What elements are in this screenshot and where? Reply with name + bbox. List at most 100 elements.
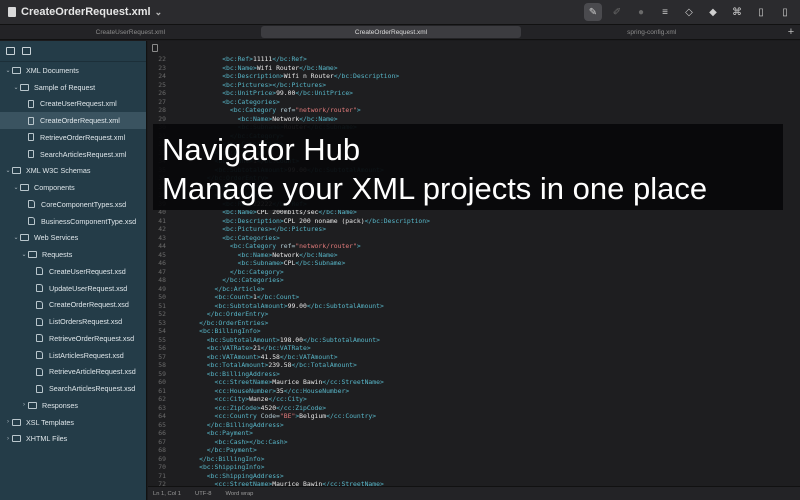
tree-item[interactable]: ⌄ Web Services [0, 230, 146, 247]
code-line: 28 <bc:Category ref="network/router"> [148, 106, 800, 115]
tree-item-label: Sample of Request [34, 82, 96, 92]
disclosure-collapsed-icon[interactable]: › [4, 419, 12, 425]
code-line: 47 </bc:Category> [148, 268, 800, 277]
encoding-indicator[interactable]: UTF-8 [195, 491, 211, 497]
tree-item[interactable]: › XHTML Files [0, 431, 146, 448]
file-icon [152, 44, 158, 52]
disclosure-collapsed-icon[interactable]: › [4, 436, 12, 442]
tree-item[interactable]: ListOrdersRequest.xsd [0, 313, 146, 330]
line-content: </bc:OrderEntry> [176, 310, 269, 319]
tree-icon[interactable]: ⌘ [728, 3, 746, 21]
tree-item[interactable]: UpdateUserRequest.xsd [0, 280, 146, 297]
code-token: </bc:Categories> [222, 276, 284, 284]
line-number: 47 [158, 267, 166, 276]
tree-item[interactable]: ⌄ Requests [0, 246, 146, 263]
code-area[interactable]: 22 <bc:Ref>11111</bc:Ref> 23 <bc:Name>Wifi … [148, 55, 800, 486]
disclosure-expanded-icon[interactable]: ⌄ [12, 234, 20, 241]
tree-item[interactable]: › XSL Templates [0, 414, 146, 431]
pencil-icon[interactable]: ✐ [608, 3, 626, 21]
editor-tab[interactable]: CreateOrderRequest.xml [260, 26, 522, 38]
code-line: 60 <cc:StreetName>Maurice Bawin</cc:Stree… [148, 378, 800, 387]
tree-item[interactable]: CreateUserRequest.xsd [0, 263, 146, 280]
tree-item[interactable]: ⌄ Sample of Request [0, 79, 146, 96]
code-line: 62 <cc:City>Wanze</cc:City> [148, 395, 800, 404]
disclosure-expanded-icon[interactable]: ⌄ [4, 167, 12, 174]
code-token: <bc:Pictures> [222, 225, 273, 233]
disclosure-expanded-icon[interactable]: ⌄ [12, 84, 20, 91]
line-number: 68 [158, 446, 166, 454]
code-line: 46 <bc:Subname>CPL</bc:Subname> [148, 259, 800, 268]
code-token: </bc:OrderEntries> [199, 318, 269, 327]
line-content: </bc:BillingAddress> [176, 421, 284, 430]
tree-item[interactable]: ⌄ Components [0, 179, 146, 196]
code-token: 99.00 [287, 301, 307, 310]
line-number: 63 [158, 403, 166, 412]
sidebar-header [0, 41, 146, 62]
code-token: <bc:Name> [237, 114, 273, 123]
line-content: <cc:Country Code="BE">Belgium</cc:Countr… [176, 412, 377, 421]
line-content: <bc:TotalAmount>239.58</bc:TotalAmount> [176, 361, 357, 370]
tree-item[interactable]: › Responses [0, 397, 146, 414]
tree-item[interactable]: CreateOrderRequest.xml [0, 112, 146, 129]
code-token: <bc:SubtotalAmount> [206, 335, 280, 344]
brush-icon[interactable]: ✎ [584, 3, 602, 21]
tree-item[interactable]: ListArticlesRequest.xsd [0, 347, 146, 364]
code-line: 44 <bc:Category ref="network/router"> [148, 242, 800, 251]
tree-item-label: Web Services [34, 233, 79, 243]
editor-tab[interactable]: CreateUserRequest.xml [0, 25, 261, 39]
folder-icon [12, 435, 21, 443]
banner-subtitle: Manage your XML projects in one place [162, 171, 708, 206]
code-line: 45 <bc:Name>Network</bc:Name> [148, 251, 800, 260]
disclosure-collapsed-icon[interactable]: › [20, 402, 28, 408]
code-line: 71 <bc:ShippingAddress> [148, 472, 800, 481]
line-number: 53 [158, 318, 166, 327]
code-token: <bc:Subname> [237, 259, 284, 267]
disclosure-expanded-icon[interactable]: ⌄ [12, 184, 20, 191]
folder-icon[interactable] [22, 47, 31, 55]
tree-item[interactable]: BusinessComponentType.xsd [0, 213, 146, 230]
line-number: 59 [158, 369, 166, 378]
line-content: <cc:HouseNumber>35</cc:HouseNumber> [176, 387, 350, 396]
sidebar-right-icon[interactable]: ▯ [776, 3, 794, 21]
folder-icon [28, 401, 37, 409]
code-editor[interactable]: 22 <bc:Ref>11111</bc:Ref> 23 <bc:Name>Wifi … [148, 41, 800, 486]
line-number: 22 [158, 55, 166, 63]
word-wrap-indicator[interactable]: Word wrap [225, 491, 253, 497]
format-lines-icon[interactable]: ≡ [656, 3, 674, 21]
tree-item-label: BusinessComponentType.xsd [41, 216, 137, 226]
diamond-filled-icon[interactable]: ◆ [704, 3, 722, 21]
database-icon[interactable] [6, 47, 15, 55]
code-token: 41.58 [260, 352, 280, 361]
code-line: 49 </bc:Article> [148, 285, 800, 294]
document-title-menu[interactable]: CreateOrderRequest.xml ⌄ [8, 6, 162, 18]
code-line: 41 <bc:Description>CPL 200 noname (pack)<… [148, 217, 800, 226]
add-tab-button[interactable]: + [782, 25, 800, 39]
chevron-down-icon[interactable]: ⌄ [155, 7, 163, 18]
code-token: <cc:City> [214, 395, 250, 403]
tree-item[interactable]: SearchArticlesRequest.xml [0, 146, 146, 163]
tree-item[interactable]: ⌄ XML W3C Schemas [0, 163, 146, 180]
circle-icon[interactable]: ● [632, 3, 650, 21]
tree-item[interactable]: ⌄ XML Documents [0, 62, 146, 79]
navigator-sidebar: ⌄ XML Documents ⌄ Sample of Request CreateUs… [0, 41, 147, 500]
editor-tab[interactable]: spring-config.xml [521, 25, 782, 39]
diamond-outline-icon[interactable]: ◇ [680, 3, 698, 21]
tree-item[interactable]: SearchArticlesRequest.xsd [0, 380, 146, 397]
disclosure-expanded-icon[interactable]: ⌄ [20, 251, 28, 258]
tree-item-label: Components [34, 183, 75, 193]
sidebar-left-icon[interactable]: ▯ [752, 3, 770, 21]
banner-title: Navigator Hub [162, 132, 361, 167]
line-content: </bc:Categories> [176, 276, 284, 285]
code-line: 23 <bc:Name>Wifi Router</bc:Name> [148, 64, 800, 73]
tree-item[interactable]: CreateOrderRequest.xsd [0, 297, 146, 314]
tree-item[interactable]: CreateUserRequest.xml [0, 96, 146, 113]
code-line: 42 <bc:Pictures></bc:Pictures> [148, 225, 800, 234]
code-token: <bc:ShippingAddress> [206, 471, 284, 480]
tree-item[interactable]: CoreComponentTypes.xsd [0, 196, 146, 213]
disclosure-expanded-icon[interactable]: ⌄ [4, 67, 12, 74]
line-content: </bc:BillingInfo> [176, 455, 264, 464]
code-token: </bc:SubtotalAmount> [306, 301, 384, 310]
tree-item[interactable]: RetrieveOrderRequest.xsd [0, 330, 146, 347]
tree-item[interactable]: RetrieveArticleRequest.xsd [0, 364, 146, 381]
tree-item[interactable]: RetrieveOrderRequest.xml [0, 129, 146, 146]
